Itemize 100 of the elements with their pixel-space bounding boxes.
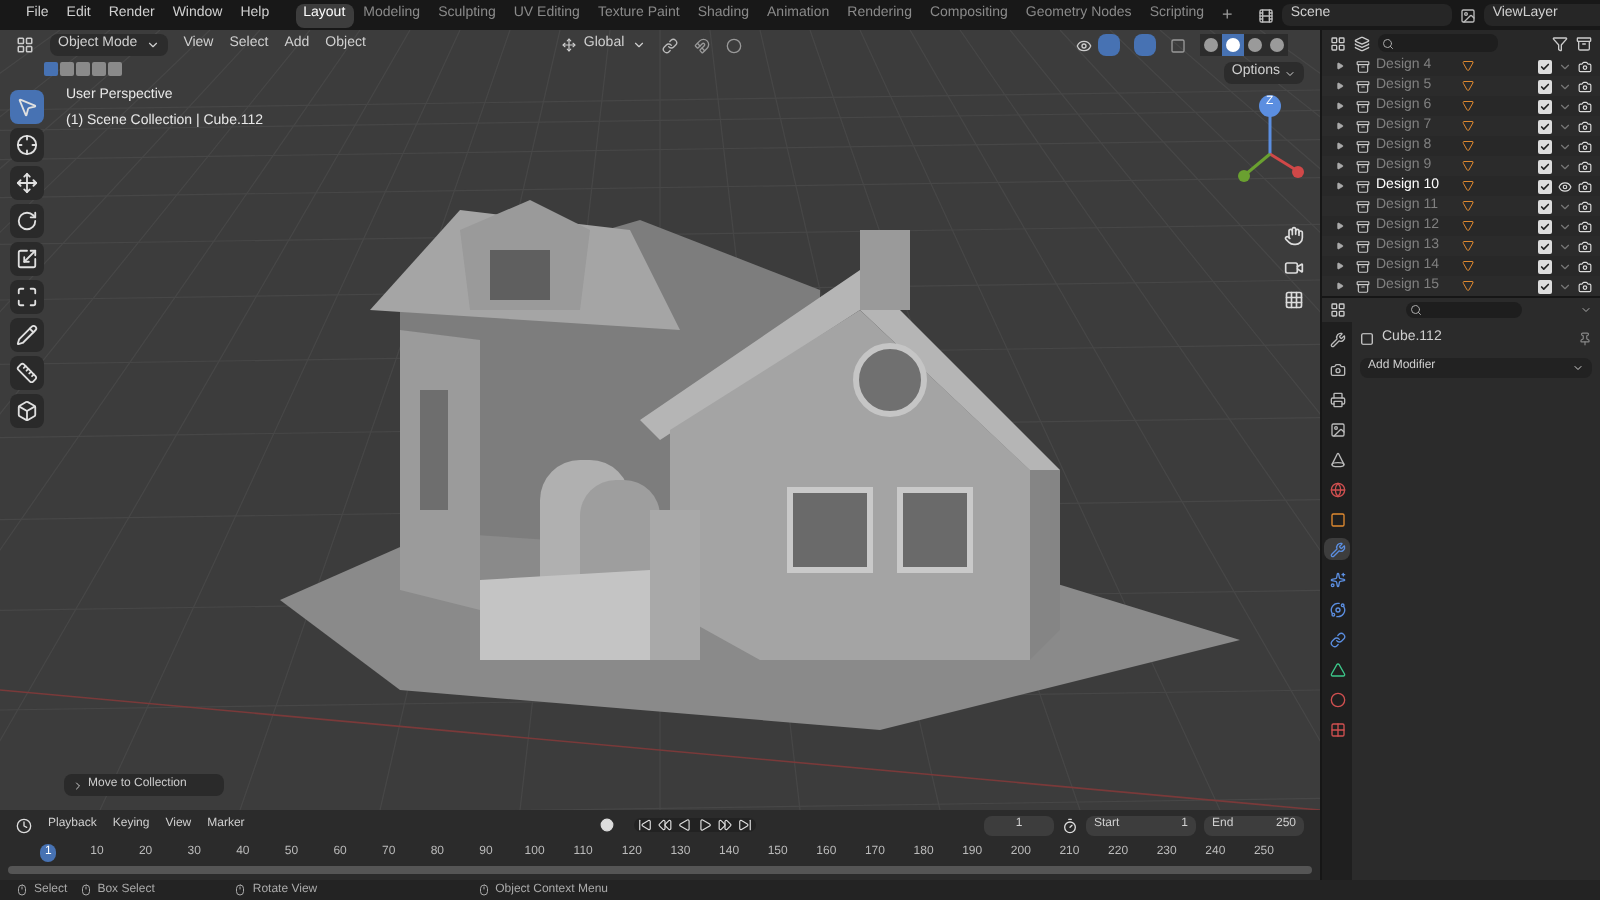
expand-arrow-icon[interactable] [1336, 182, 1344, 190]
display-mode-icon[interactable] [1330, 35, 1346, 51]
render-camera-icon[interactable] [1578, 139, 1592, 153]
gizmo-toggle[interactable] [1098, 34, 1120, 56]
include-checkbox[interactable] [1538, 139, 1552, 153]
expand-arrow-icon[interactable] [1336, 102, 1344, 110]
search-icon [1410, 304, 1422, 316]
scene-icon[interactable] [1258, 7, 1275, 23]
expand-arrow-icon[interactable] [1336, 142, 1344, 150]
visibility-icon[interactable] [1076, 37, 1092, 53]
next-keyframe-icon[interactable] [718, 818, 733, 832]
include-checkbox[interactable] [1538, 119, 1552, 133]
timeline-editor-icon[interactable] [16, 817, 32, 833]
include-checkbox[interactable] [1538, 179, 1552, 193]
render-camera-icon[interactable] [1578, 219, 1592, 233]
include-checkbox[interactable] [1538, 199, 1552, 213]
properties-search-field[interactable] [1406, 302, 1522, 318]
tool-button[interactable] [10, 242, 44, 276]
expand-arrow-icon[interactable] [1336, 62, 1344, 70]
new-collection-icon[interactable] [1576, 35, 1592, 51]
snap-icon[interactable] [694, 37, 711, 53]
jump-start-icon[interactable] [638, 818, 653, 832]
hidden-eye-icon[interactable] [1558, 199, 1572, 213]
expand-arrow-icon[interactable] [1336, 282, 1344, 290]
shading-button[interactable] [1244, 34, 1266, 56]
camera-view-icon[interactable] [1284, 258, 1304, 278]
render-camera-icon[interactable] [1578, 59, 1592, 73]
tool-button[interactable] [10, 394, 44, 428]
properties-tab[interactable] [1324, 538, 1350, 560]
eye-icon[interactable] [1558, 179, 1572, 193]
expand-arrow-icon[interactable] [1336, 262, 1344, 270]
include-checkbox[interactable] [1538, 219, 1552, 233]
include-checkbox[interactable] [1538, 239, 1552, 253]
include-checkbox[interactable] [1538, 59, 1552, 73]
expand-arrow-icon[interactable] [1336, 242, 1344, 250]
render-camera-icon[interactable] [1578, 279, 1592, 293]
tool-button[interactable] [10, 128, 44, 162]
tool-button[interactable] [10, 280, 44, 314]
hidden-eye-icon[interactable] [1558, 219, 1572, 233]
include-checkbox[interactable] [1538, 99, 1552, 113]
hidden-eye-icon[interactable] [1558, 259, 1572, 273]
hidden-eye-icon[interactable] [1558, 59, 1572, 73]
options-caret-icon[interactable] [1580, 304, 1592, 316]
include-checkbox[interactable] [1538, 79, 1552, 93]
timer-icon[interactable] [1062, 817, 1078, 833]
render-camera-icon[interactable] [1578, 159, 1592, 173]
editor-type-icon[interactable] [16, 36, 34, 54]
image-icon [1329, 421, 1345, 437]
globe-icon [1329, 481, 1345, 497]
render-camera-icon[interactable] [1578, 179, 1592, 193]
collection-icon [1356, 99, 1370, 113]
pan-view-icon[interactable] [1284, 226, 1304, 246]
shading-button[interactable] [1200, 34, 1222, 56]
render-camera-icon[interactable] [1578, 259, 1592, 273]
tool-button[interactable] [10, 204, 44, 238]
hidden-eye-icon[interactable] [1558, 139, 1572, 153]
render-camera-icon[interactable] [1578, 239, 1592, 253]
record-icon[interactable] [600, 818, 615, 832]
grid-view-icon[interactable] [1284, 290, 1304, 310]
pin-icon[interactable] [1578, 331, 1592, 346]
shading-button[interactable] [1222, 34, 1244, 56]
render-camera-icon[interactable] [1578, 99, 1592, 113]
expand-arrow-icon[interactable] [1336, 82, 1344, 90]
shading-button[interactable] [1266, 34, 1288, 56]
include-checkbox[interactable] [1538, 159, 1552, 173]
view-layer-icon[interactable] [1460, 7, 1477, 23]
expand-arrow-icon[interactable] [1336, 222, 1344, 230]
render-camera-icon[interactable] [1578, 119, 1592, 133]
hidden-eye-icon[interactable] [1558, 99, 1572, 113]
hidden-eye-icon[interactable] [1558, 159, 1572, 173]
tool-button[interactable] [10, 318, 44, 352]
collection-icon [1356, 139, 1370, 153]
previous-keyframe-icon[interactable] [658, 818, 673, 832]
timeline-scrollbar[interactable] [8, 866, 1312, 874]
tool-button[interactable] [10, 356, 44, 390]
pivot-icon[interactable] [662, 37, 679, 53]
proportional-edit-icon[interactable] [726, 37, 743, 53]
caret-icon [632, 38, 647, 52]
hidden-eye-icon[interactable] [1558, 119, 1572, 133]
properties-editor-icon[interactable] [1330, 302, 1346, 318]
expand-arrow-icon[interactable] [1336, 162, 1344, 170]
include-checkbox[interactable] [1538, 279, 1552, 293]
jump-end-icon[interactable] [738, 818, 753, 832]
hidden-eye-icon[interactable] [1558, 79, 1572, 93]
hidden-eye-icon[interactable] [1558, 279, 1572, 293]
play-reverse-icon[interactable] [678, 818, 693, 832]
include-checkbox[interactable] [1538, 259, 1552, 273]
render-camera-icon[interactable] [1578, 199, 1592, 213]
tool-button[interactable] [10, 90, 44, 124]
xray-icon[interactable] [1170, 37, 1186, 53]
hidden-eye-icon[interactable] [1558, 239, 1572, 253]
filter-mode-icon[interactable] [1354, 35, 1370, 51]
overlay-toggle[interactable] [1134, 34, 1156, 56]
render-camera-icon[interactable] [1578, 79, 1592, 93]
outliner-search-field[interactable] [1378, 34, 1498, 52]
filter-icon[interactable] [1552, 35, 1568, 51]
tool-button[interactable] [10, 166, 44, 200]
add-workspace-button[interactable]: + [1214, 1, 1241, 29]
play-icon[interactable] [698, 818, 713, 832]
expand-arrow-icon[interactable] [1336, 122, 1344, 130]
